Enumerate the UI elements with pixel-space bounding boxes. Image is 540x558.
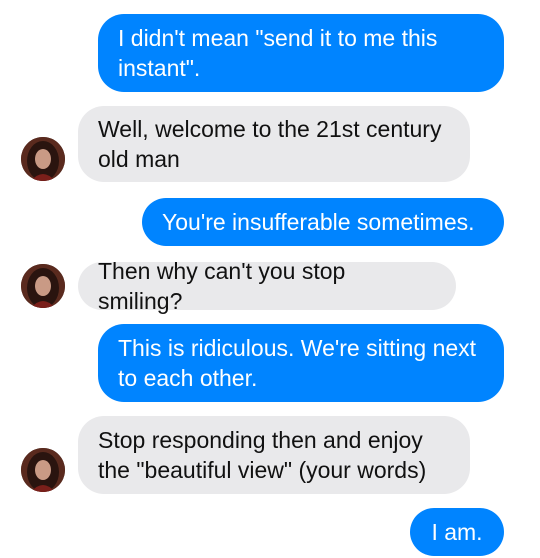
contact-avatar-photo-icon (21, 137, 65, 181)
message-text: Well, welcome to the 21st century old ma… (98, 116, 442, 172)
contact-avatar-photo-icon (21, 264, 65, 308)
message-text: Then why can't you stop smiling? (98, 258, 346, 314)
message-text: I didn't mean "send it to me this instan… (118, 25, 438, 81)
contact-avatar[interactable] (21, 264, 65, 308)
contact-avatar[interactable] (21, 448, 65, 492)
message-text: This is ridiculous. We're sitting next t… (118, 335, 477, 391)
message-text: Stop responding then and enjoy the "beau… (98, 427, 427, 483)
incoming-message-bubble[interactable]: Stop responding then and enjoy the "beau… (78, 416, 470, 494)
outgoing-message-bubble[interactable]: I didn't mean "send it to me this instan… (98, 14, 504, 92)
outgoing-message-bubble[interactable]: You're insufferable sometimes. (142, 198, 504, 246)
message-text: I am. (431, 519, 483, 545)
outgoing-message-bubble[interactable]: I am. (410, 508, 504, 556)
contact-avatar-photo-icon (21, 448, 65, 492)
incoming-message-bubble[interactable]: Well, welcome to the 21st century old ma… (78, 106, 470, 182)
outgoing-message-bubble[interactable]: This is ridiculous. We're sitting next t… (98, 324, 504, 402)
message-text: You're insufferable sometimes. (162, 209, 475, 235)
contact-avatar[interactable] (21, 137, 65, 181)
incoming-message-bubble[interactable]: Then why can't you stop smiling? (78, 258, 456, 314)
conversation-thread: I didn't mean "send it to me this instan… (0, 0, 540, 558)
